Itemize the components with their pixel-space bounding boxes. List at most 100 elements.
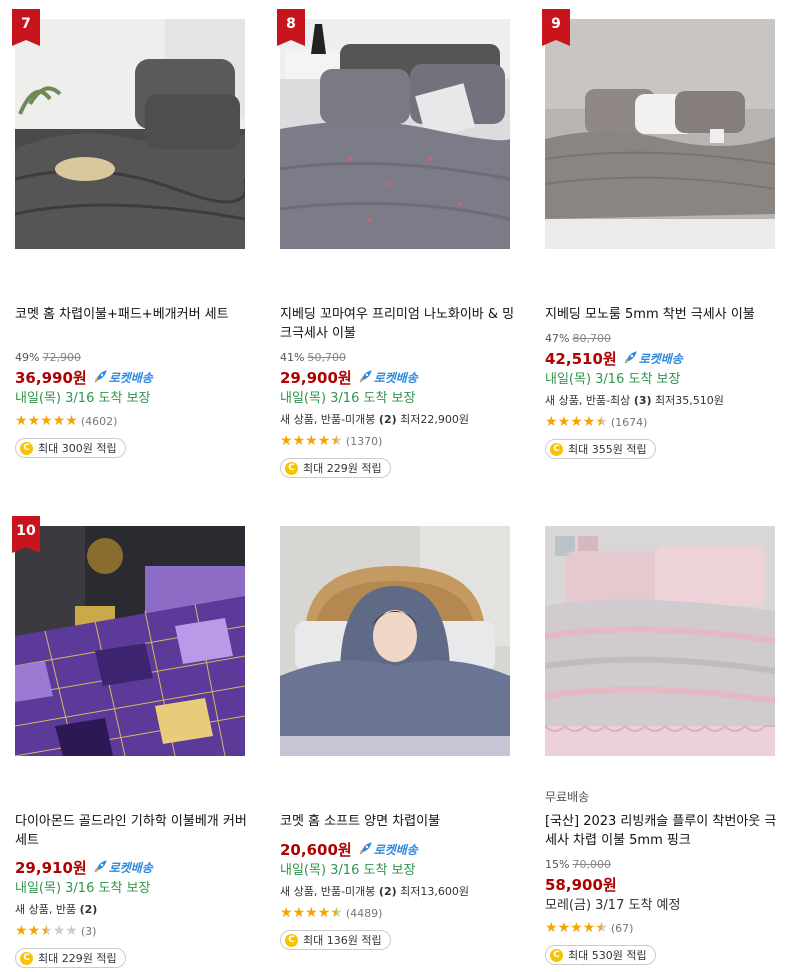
review-count: (1674) [610, 415, 648, 429]
rocket-icon [624, 351, 637, 364]
product-image[interactable] [545, 19, 775, 249]
rocket-delivery-badge: 로켓배송 [358, 369, 418, 386]
product-title[interactable]: 코멧 홈 차렵이불+패드+베개커버 세트 [15, 305, 255, 343]
coin-icon: C [20, 441, 33, 455]
product-title[interactable]: 지베딩 모노룸 5mm 착번 극세사 이불 [545, 305, 785, 329]
used-min-price: 최저22,900원 [400, 413, 469, 426]
star-icon: ★ [582, 414, 596, 430]
star-icon: ★ [545, 920, 558, 936]
star-icon: ★ [305, 905, 318, 921]
rocket-icon [359, 842, 372, 855]
delivery-tag [280, 788, 520, 806]
product-image[interactable] [15, 19, 245, 249]
discount-percent: 41% [280, 351, 305, 364]
coin-icon: C [20, 951, 33, 965]
points-label: 최대 300원 적립 [38, 442, 117, 455]
product-title[interactable]: 다이아몬드 골드라인 기하학 이불베개 커버 세트 [15, 812, 255, 850]
discount-row: 47% 80,700 [545, 332, 785, 347]
star-icon: ★ [330, 905, 343, 921]
star-rating: ★ ★ ★ ★ ★ [280, 434, 343, 448]
delivery-tag [545, 281, 785, 299]
arrival-info: 내일(목) 3/16 도착 보장 [15, 391, 151, 406]
coin-icon: C [550, 948, 563, 962]
delivery-tag: 무료배송 [545, 790, 590, 804]
review-count: (4489) [345, 906, 383, 920]
review-count: (1370) [345, 434, 383, 448]
product-image[interactable] [15, 526, 245, 756]
discount-percent: 47% [545, 332, 570, 345]
price-row: 58,900원 [545, 873, 785, 895]
rating: ★ ★ ★ ★ ★ (3) [15, 920, 255, 942]
rocket-label: 로켓배송 [638, 351, 683, 366]
rating: ★ ★ ★ ★ ★ (1674) [545, 411, 785, 433]
used-count: (2) [378, 413, 397, 426]
review-count: (4602) [80, 414, 118, 428]
used-min-price: 최저13,600원 [400, 885, 469, 898]
price-row: 36,990원 로켓배송 [15, 366, 255, 388]
sale-price: 29,900원 [280, 368, 352, 387]
rocket-label: 로켓배송 [108, 370, 153, 385]
sale-price: 20,600원 [280, 840, 352, 859]
used-product-info[interactable]: 새 상품, 반품-미개봉 (2) 최저13,600원 [280, 882, 520, 902]
star-icon: ★ [595, 414, 608, 430]
delivery-tag [15, 788, 255, 806]
price-row: 29,910원 로켓배송 [15, 856, 255, 878]
star-icon: ★ [40, 413, 53, 429]
rank-badge: 9 [542, 9, 570, 46]
star-icon: ★ [582, 920, 596, 936]
original-price: 50,700 [307, 351, 346, 364]
points-badge: C 최대 530원 적립 [545, 945, 656, 965]
star-icon: ★ [15, 923, 28, 939]
product-image[interactable] [545, 526, 775, 756]
points-label: 최대 530원 적립 [568, 949, 647, 962]
rank-badge: 8 [277, 9, 305, 46]
product-image[interactable] [280, 19, 510, 249]
points-badge: C 최대 136원 적립 [280, 930, 391, 950]
star-icon: ★ [595, 920, 608, 936]
sale-price: 58,900원 [545, 875, 617, 894]
used-count: (3) [633, 394, 652, 407]
discount-percent: 49% [15, 351, 40, 364]
coin-icon: C [285, 933, 298, 947]
points-label: 최대 355원 적립 [568, 443, 647, 456]
used-product-info[interactable]: 새 상품, 반품 (2) [15, 900, 255, 920]
rating: ★ ★ ★ ★ ★ (4602) [15, 410, 255, 432]
rating: ★ ★ ★ ★ ★ (1370) [280, 430, 520, 452]
used-product-info[interactable]: 새 상품, 반품-미개봉 (2) 최저22,900원 [280, 410, 520, 430]
product-title[interactable]: 코멧 홈 소프트 양면 차렵이불 [280, 812, 520, 834]
star-icon: ★ [280, 905, 293, 921]
product-title[interactable]: [국산] 2023 리빙캐슬 플루이 착번아웃 극세사 차렵 이불 5mm 핑크 [545, 812, 785, 850]
used-min-price: 최저35,510원 [655, 394, 724, 407]
star-icon: ★ [570, 920, 583, 936]
star-icon: ★ [27, 923, 41, 939]
original-price: 72,900 [42, 351, 81, 364]
delivery-tag [15, 281, 255, 299]
used-condition: 새 상품, 반품-미개봉 [280, 885, 376, 898]
sale-price: 42,510원 [545, 349, 617, 368]
points-badge: C 최대 355원 적립 [545, 439, 656, 459]
star-rating: ★ ★ ★ ★ ★ [15, 414, 78, 428]
delivery-tag [280, 281, 520, 299]
product-image[interactable] [280, 526, 510, 756]
star-icon: ★ [15, 413, 28, 429]
rocket-icon [94, 370, 107, 383]
points-badge: C 최대 229원 적립 [15, 948, 126, 968]
star-icon: ★ [570, 414, 583, 430]
rating: ★ ★ ★ ★ ★ (4489) [280, 902, 520, 924]
star-icon: ★ [305, 433, 318, 449]
rocket-delivery-badge: 로켓배송 [93, 859, 153, 876]
discount-row: 49% 72,900 [15, 351, 255, 366]
used-product-info[interactable]: 새 상품, 반품-최상 (3) 최저35,510원 [545, 391, 785, 411]
star-icon: ★ [317, 905, 331, 921]
discount-row: 15% 70,000 [545, 858, 785, 873]
star-icon: ★ [65, 413, 78, 429]
arrival-info: 내일(목) 3/16 도착 보장 [545, 372, 681, 387]
discount-percent: 15% [545, 858, 570, 871]
star-icon: ★ [557, 414, 571, 430]
star-icon: ★ [65, 923, 78, 939]
original-price: 70,000 [572, 858, 611, 871]
rank-badge: 10 [12, 516, 40, 553]
points-badge: C 최대 229원 적립 [280, 458, 391, 478]
product-title[interactable]: 지베딩 꼬마여우 프리미엄 나노화이바 & 밍크극세사 이불 [280, 305, 520, 343]
star-icon: ★ [27, 413, 41, 429]
